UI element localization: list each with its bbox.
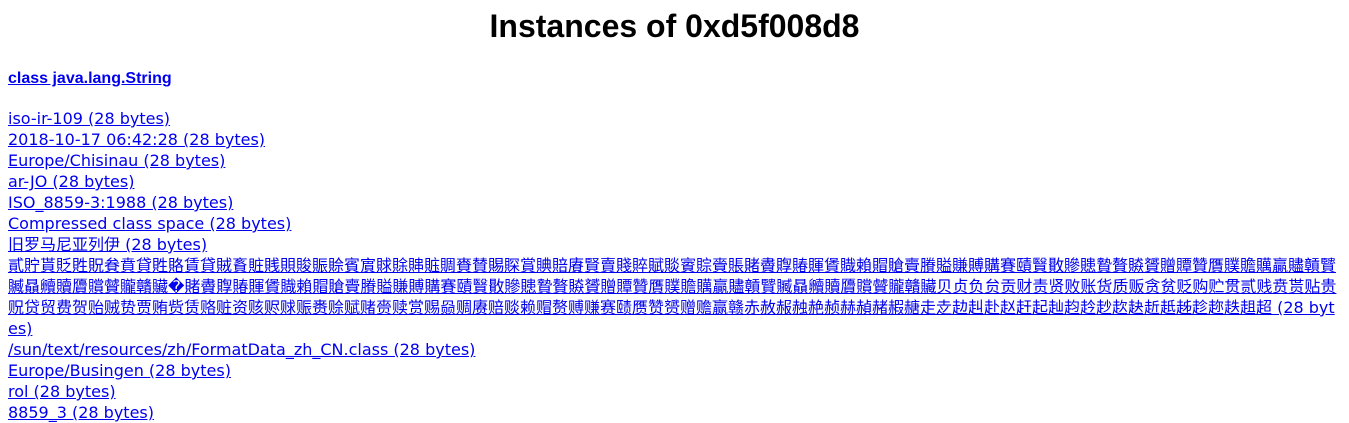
class-link-container: class java.lang.String	[8, 68, 1341, 88]
list-item: Europe/Chisinau (28 bytes)	[8, 150, 1341, 171]
page-title: Instances of 0xd5f008d8	[489, 8, 860, 44]
instance-link[interactable]: ISO_8859-3:1988 (28 bytes)	[8, 193, 233, 212]
instance-link[interactable]: Europe/Busingen (28 bytes)	[8, 361, 231, 380]
list-item: iso-ir-109 (28 bytes)	[8, 108, 1341, 129]
instance-link[interactable]: Europe/Chisinau (28 bytes)	[8, 151, 225, 170]
instance-link[interactable]: 8859_3 (28 bytes)	[8, 403, 154, 422]
list-item: 貳貯貰貶貹貺貵賁貸貹賂賃貸賊賌賍賎賏賐賑賒賓賔賕賖賗賘賙賚賛賜賝賞賟賠賡賢賣賤賥…	[8, 255, 1341, 339]
list-item: /sun/text/resources/zh/FormatData_zh_CN.…	[8, 339, 1341, 360]
instance-link[interactable]: 2018-10-17 06:42:28 (28 bytes)	[8, 130, 265, 149]
instance-link[interactable]: 貳貯貰貶貹貺貵賁貸貹賂賃貸賊賌賍賎賏賐賑賒賓賔賕賖賗賘賙賚賛賜賝賞賟賠賡賢賣賤賥…	[8, 256, 1336, 338]
list-item: rol (28 bytes)	[8, 381, 1341, 402]
list-item: 2018-10-17 06:42:28 (28 bytes)	[8, 129, 1341, 150]
list-item: Europe/Busingen (28 bytes)	[8, 360, 1341, 381]
instance-list: iso-ir-109 (28 bytes) 2018-10-17 06:42:2…	[8, 108, 1341, 423]
list-item: 8859_3 (28 bytes)	[8, 402, 1341, 423]
class-link[interactable]: class java.lang.String	[8, 70, 172, 87]
instance-link[interactable]: Compressed class space (28 bytes)	[8, 214, 291, 233]
page-root: Instances of 0xd5f008d8 class java.lang.…	[0, 0, 1349, 423]
list-item: 旧罗马尼亚列伊 (28 bytes)	[8, 234, 1341, 255]
instance-link[interactable]: rol (28 bytes)	[8, 382, 116, 401]
instance-link[interactable]: 旧罗马尼亚列伊 (28 bytes)	[8, 235, 207, 254]
instance-link[interactable]: ar-JO (28 bytes)	[8, 172, 134, 191]
list-item: ISO_8859-3:1988 (28 bytes)	[8, 192, 1341, 213]
instance-link[interactable]: /sun/text/resources/zh/FormatData_zh_CN.…	[8, 340, 475, 359]
list-item: Compressed class space (28 bytes)	[8, 213, 1341, 234]
list-item: ar-JO (28 bytes)	[8, 171, 1341, 192]
instance-link[interactable]: iso-ir-109 (28 bytes)	[8, 109, 170, 128]
